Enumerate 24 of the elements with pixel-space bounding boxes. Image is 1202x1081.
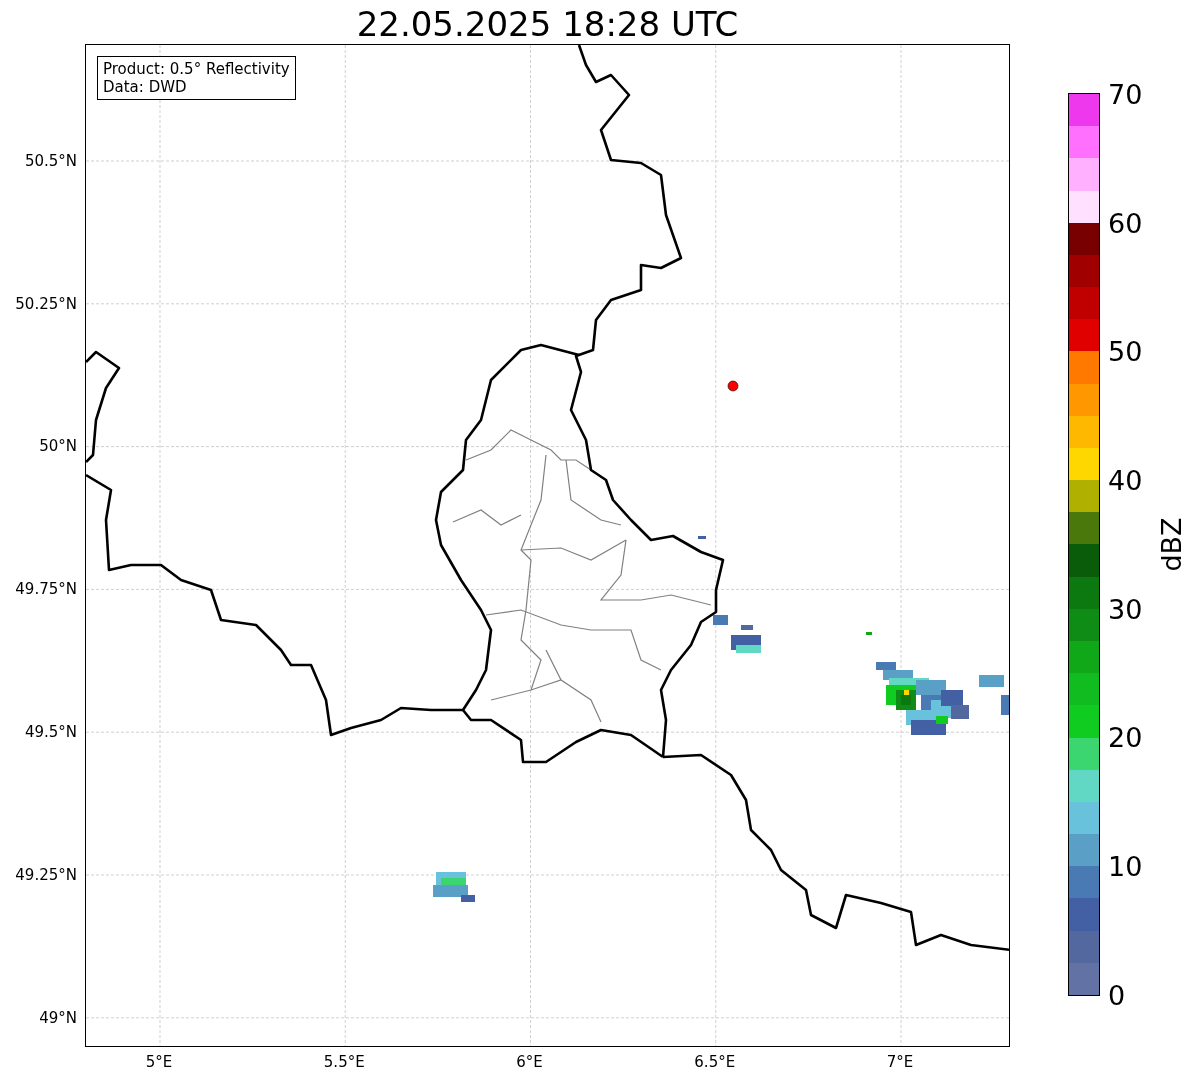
- colorbar-tick-label: 40: [1108, 466, 1143, 494]
- latitude-tick-label: 49°N: [39, 1008, 77, 1027]
- colorbar-label: dBZ: [1155, 517, 1187, 572]
- latitude-tick-label: 50°N: [39, 437, 77, 456]
- latitude-tick-label: 49.5°N: [24, 723, 77, 742]
- longitude-tick-label: 5.5°E: [323, 1052, 365, 1071]
- latitude-tick-label: 50.5°N: [24, 151, 77, 170]
- chart-title: 22.05.2025 18:28 UTC: [356, 2, 739, 41]
- colorbar-tick-label: 20: [1108, 723, 1143, 751]
- longitude-tick-label: 6°E: [516, 1052, 543, 1071]
- colorbar-tick-label: 0: [1108, 981, 1126, 1009]
- legend-text: Product: 0.5° Reflectivity: [103, 59, 290, 78]
- colorbar-tick-label: 10: [1108, 852, 1143, 880]
- longitude-tick-label: 6.5°E: [694, 1052, 736, 1071]
- longitude-tick-label: 7°E: [886, 1052, 914, 1071]
- colorbar-tick-label: 30: [1108, 595, 1143, 623]
- latitude-tick-label: 49.25°N: [15, 865, 77, 884]
- colorbar-tick-label: 50: [1108, 337, 1143, 365]
- legend-text: Data: DWD: [103, 77, 188, 96]
- latitude-tick-label: 49.75°N: [15, 580, 77, 599]
- colorbar-tick-label: 60: [1108, 209, 1143, 237]
- longitude-tick-label: 5°E: [145, 1052, 173, 1071]
- colorbar-tick-label: 70: [1108, 80, 1143, 108]
- latitude-tick-label: 50.25°N: [15, 294, 77, 313]
